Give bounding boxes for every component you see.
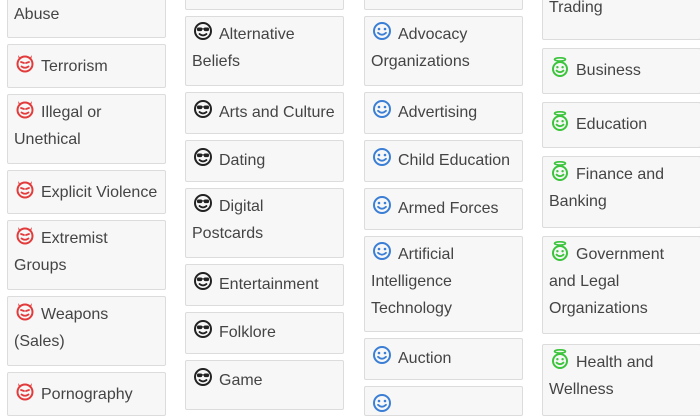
category-tile-explicit-violence[interactable]: Explicit Violence	[7, 170, 166, 214]
category-label: Dating	[219, 152, 266, 169]
category-label: Folklore	[219, 324, 276, 341]
category-label: Child Education	[398, 152, 511, 169]
category-tile-entertainment[interactable]: Entertainment	[185, 264, 344, 306]
category-tile-artificial-intelligence-technology[interactable]: Artificial Intelligence Technology	[364, 236, 523, 332]
smiley-face-icon	[372, 345, 392, 365]
devil-face-icon	[15, 301, 35, 321]
devil-face-icon	[15, 179, 35, 199]
category-label: Pornography	[41, 386, 133, 403]
category-label: Explicit Violence	[41, 184, 158, 201]
category-tile-armed-forces[interactable]: Armed Forces	[364, 188, 523, 230]
sunglasses-face-icon	[193, 271, 213, 291]
category-column-blocked: Abuse Terrorism Illegal or Unethical Exp…	[7, 0, 168, 416]
category-label: Game	[219, 372, 263, 389]
sunglasses-face-icon	[193, 319, 213, 339]
sunglasses-face-icon	[193, 367, 213, 387]
category-label: Business	[576, 62, 641, 79]
category-tile-partial[interactable]	[185, 0, 344, 10]
category-tile-pornography[interactable]: Pornography	[7, 372, 166, 416]
angel-face-icon	[550, 161, 570, 181]
angel-face-icon	[550, 57, 570, 77]
category-label: Trading	[549, 0, 603, 16]
category-tile-child-education[interactable]: Child Education	[364, 140, 523, 182]
category-tile-arts-and-culture[interactable]: Arts and Culture	[185, 92, 344, 134]
category-label: Advertising	[398, 104, 478, 121]
sunglasses-face-icon	[193, 147, 213, 167]
angel-face-icon	[550, 349, 570, 369]
category-tile-auction[interactable]: Auction	[364, 338, 523, 380]
category-label: Abuse	[14, 6, 60, 23]
category-tile-finance-and-banking[interactable]: Finance and Banking	[542, 156, 700, 228]
category-tile-digital-postcards[interactable]: Digital Postcards	[185, 188, 344, 258]
smiley-face-icon	[372, 21, 392, 41]
category-tile-weapons-sales[interactable]: Weapons (Sales)	[7, 296, 166, 366]
category-label: Entertainment	[219, 276, 319, 293]
category-tile-trading[interactable]: Trading	[542, 0, 700, 40]
category-tile-extremist-groups[interactable]: Extremist Groups	[7, 220, 166, 290]
sunglasses-face-icon	[193, 193, 213, 213]
category-column-neutral: Advocacy Organizations Advertising Child…	[364, 0, 525, 416]
category-tile-health-and-wellness[interactable]: Health and Wellness	[542, 344, 700, 416]
category-column-safe: Trading Business Education Finance and B…	[542, 0, 700, 416]
category-tile-partial[interactable]	[364, 0, 523, 10]
category-tile-education[interactable]: Education	[542, 102, 700, 148]
angel-face-icon	[550, 241, 570, 261]
category-tile-dating[interactable]: Dating	[185, 140, 344, 182]
smiley-face-icon	[372, 195, 392, 215]
category-label: Auction	[398, 350, 452, 367]
sunglasses-face-icon	[193, 21, 213, 41]
devil-face-icon	[15, 381, 35, 401]
category-tile-partial[interactable]	[364, 386, 523, 416]
devil-face-icon	[15, 53, 35, 73]
category-label: Education	[576, 116, 648, 133]
category-tile-government-and-legal-organizations[interactable]: Government and Legal Organizations	[542, 236, 700, 334]
category-tile-advocacy-organizations[interactable]: Advocacy Organizations	[364, 16, 523, 86]
category-label: Armed Forces	[398, 200, 499, 217]
smiley-face-icon	[372, 147, 392, 167]
smiley-face-icon	[372, 241, 392, 261]
category-tile-illegal-or-unethical[interactable]: Illegal or Unethical	[7, 94, 166, 164]
sunglasses-face-icon	[193, 99, 213, 119]
category-tile-alternative-beliefs[interactable]: Alternative Beliefs	[185, 16, 344, 86]
category-label: Arts and Culture	[219, 104, 335, 121]
category-label: Terrorism	[41, 58, 108, 75]
category-tile-game[interactable]: Game	[185, 360, 344, 410]
category-tile-abuse[interactable]: Abuse	[7, 0, 166, 38]
category-tile-terrorism[interactable]: Terrorism	[7, 44, 166, 88]
category-column-caution: Alternative Beliefs Arts and Culture Dat…	[185, 0, 346, 410]
angel-face-icon	[550, 111, 570, 131]
smiley-face-icon	[372, 99, 392, 119]
category-tile-advertising[interactable]: Advertising	[364, 92, 523, 134]
devil-face-icon	[15, 99, 35, 119]
category-tile-business[interactable]: Business	[542, 48, 700, 94]
smiley-face-icon	[372, 393, 392, 413]
devil-face-icon	[15, 225, 35, 245]
category-tile-folklore[interactable]: Folklore	[185, 312, 344, 354]
